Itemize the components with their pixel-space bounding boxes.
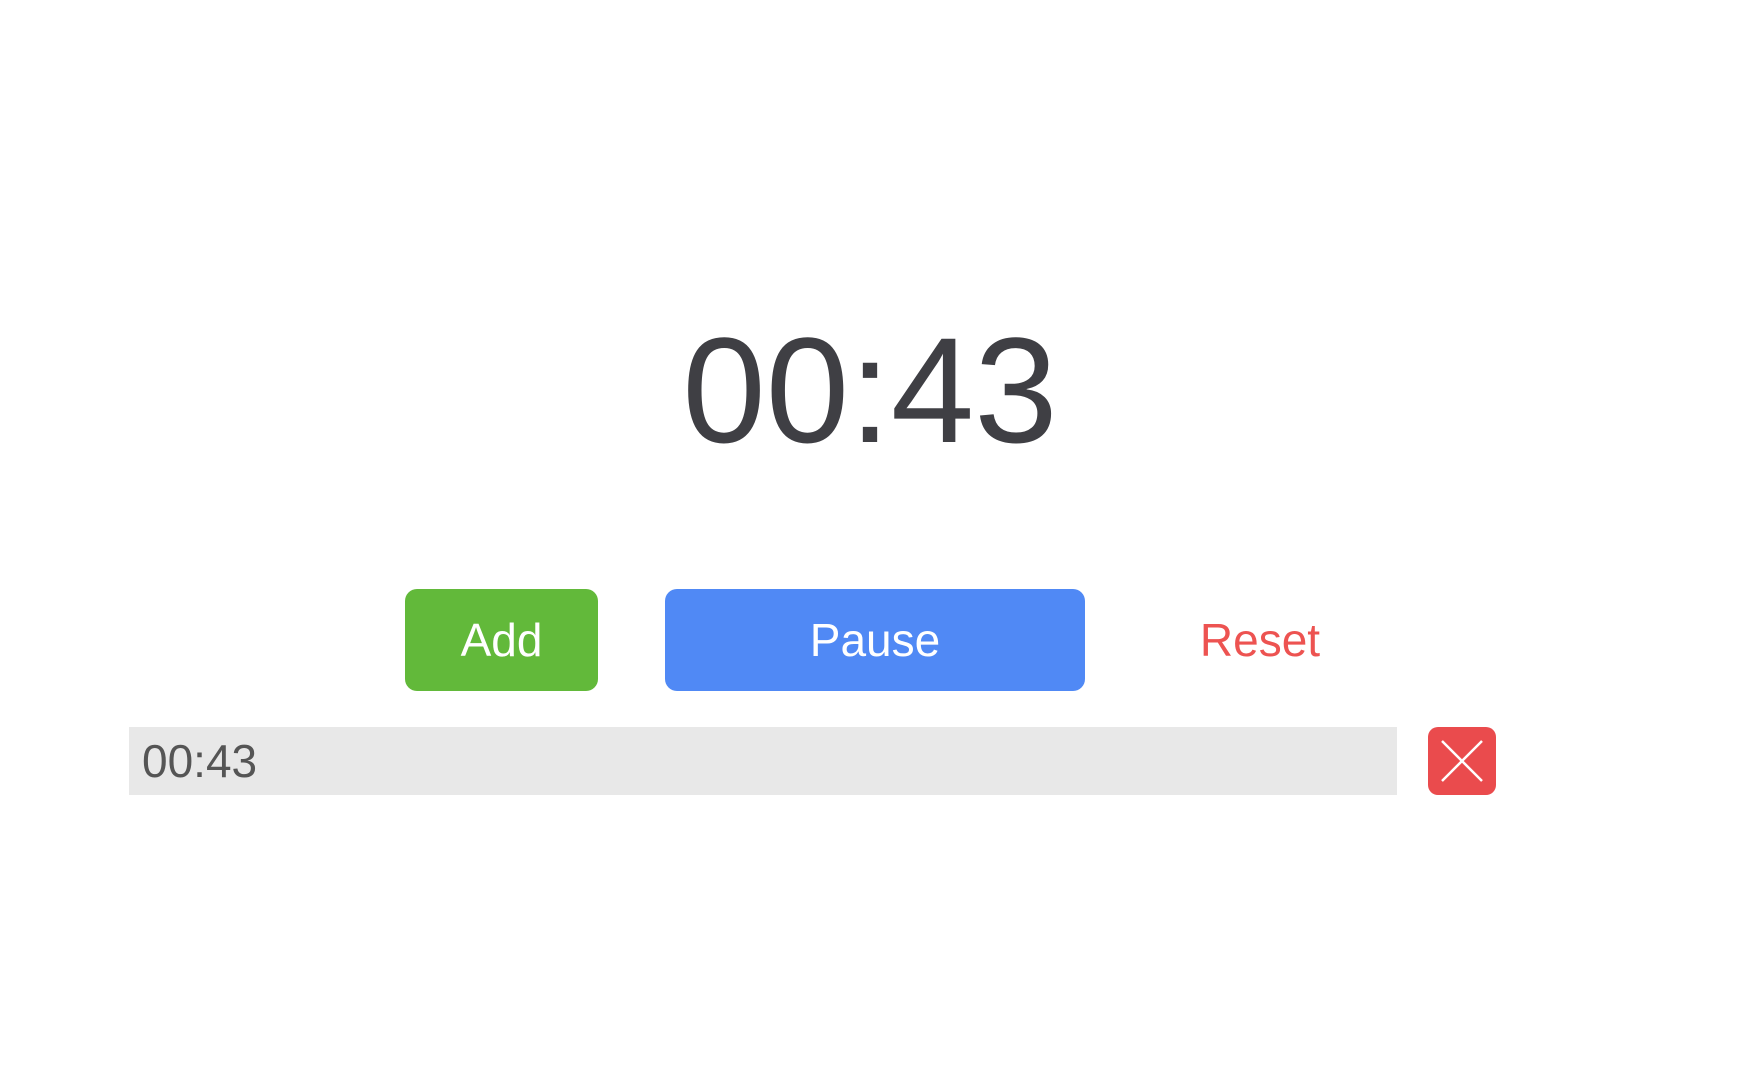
lap-delete-button[interactable] (1428, 727, 1496, 795)
pause-button[interactable]: Pause (665, 589, 1085, 691)
reset-button[interactable]: Reset (1160, 589, 1360, 691)
add-button[interactable]: Add (405, 589, 598, 691)
lap-row: 00:43 (129, 727, 1397, 795)
timer-display: 00:43 (682, 306, 1058, 474)
lap-time: 00:43 (142, 735, 258, 787)
close-icon (1441, 740, 1483, 782)
